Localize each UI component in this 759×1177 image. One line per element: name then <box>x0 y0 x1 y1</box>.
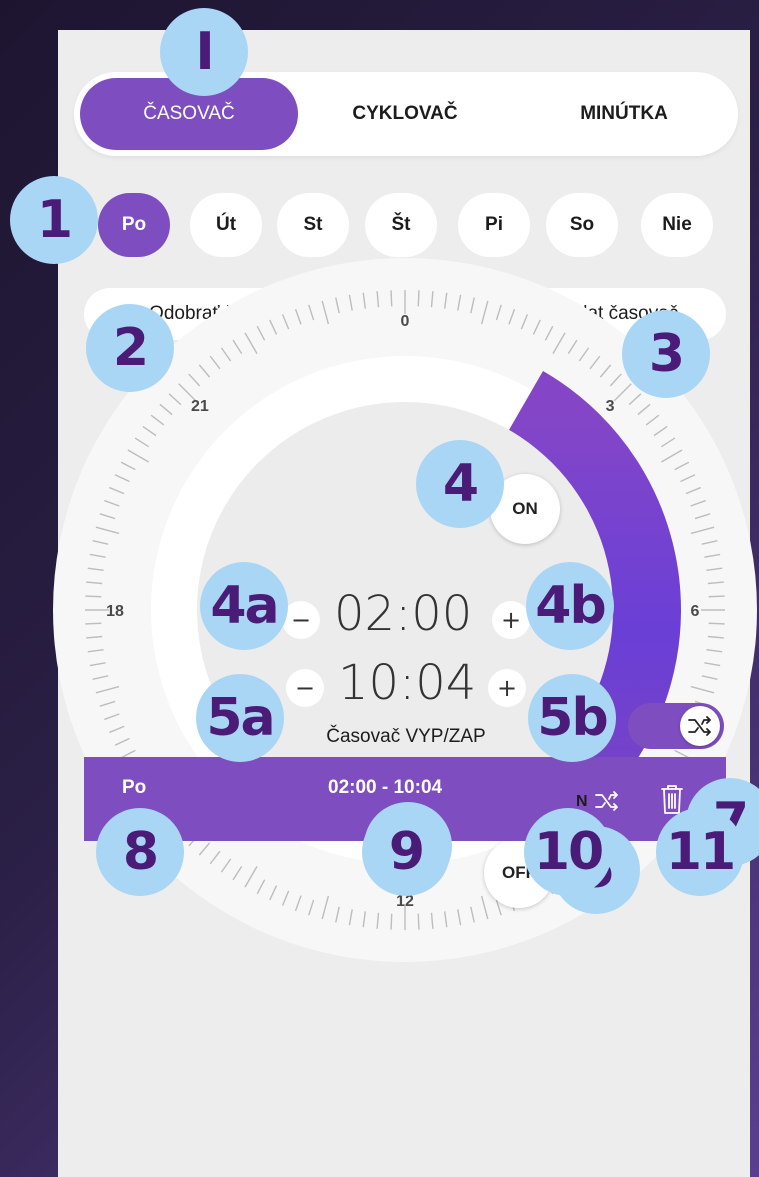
off-time-minus-button[interactable]: − <box>286 669 324 707</box>
callout-3: 3 <box>622 310 710 398</box>
entry-shuffle-icon <box>594 790 620 818</box>
dial-hour-label: 0 <box>401 313 410 330</box>
dial-tick <box>708 595 725 598</box>
off-time-plus-button[interactable]: + <box>488 669 526 707</box>
callout-5a: 5a <box>196 674 284 762</box>
on-time-value: 02:00 <box>334 586 473 642</box>
callout-1: 1 <box>10 176 98 264</box>
off-time-value: 10:04 <box>338 655 477 711</box>
callout-4: 4 <box>416 440 504 528</box>
dial-tick <box>417 913 420 930</box>
entry-time-range: 02:00 - 10:04 <box>328 777 443 798</box>
dial-hour-label: 18 <box>106 603 124 620</box>
callout-4a: 4a <box>200 562 288 650</box>
callout-4b: 4b <box>526 562 614 650</box>
callout-i: I <box>160 8 248 96</box>
dial-hour-label: 3 <box>606 398 615 415</box>
callout-5b: 5b <box>528 674 616 762</box>
dial-tick <box>390 290 393 307</box>
dial-tick <box>85 595 102 598</box>
callout-9: 9 <box>362 808 450 896</box>
shuffle-icon <box>680 706 720 746</box>
random-toggle[interactable] <box>628 703 724 749</box>
dial-tick <box>708 622 725 625</box>
dial-tick <box>417 290 420 307</box>
dial-tick <box>390 913 393 930</box>
timer-toggle-label: Časovač VYP/ZAP <box>326 726 486 747</box>
callout-2: 2 <box>86 304 174 392</box>
dial-hour-label: 21 <box>191 398 209 415</box>
dial-tick <box>85 622 102 625</box>
callout-8: 8 <box>96 808 184 896</box>
on-time-plus-button[interactable]: + <box>492 601 530 639</box>
entry-day: Po <box>122 777 147 798</box>
dial-hour-label: 6 <box>691 603 700 620</box>
callout-11: 11 <box>656 808 744 896</box>
callout-10: 10 <box>524 808 612 896</box>
